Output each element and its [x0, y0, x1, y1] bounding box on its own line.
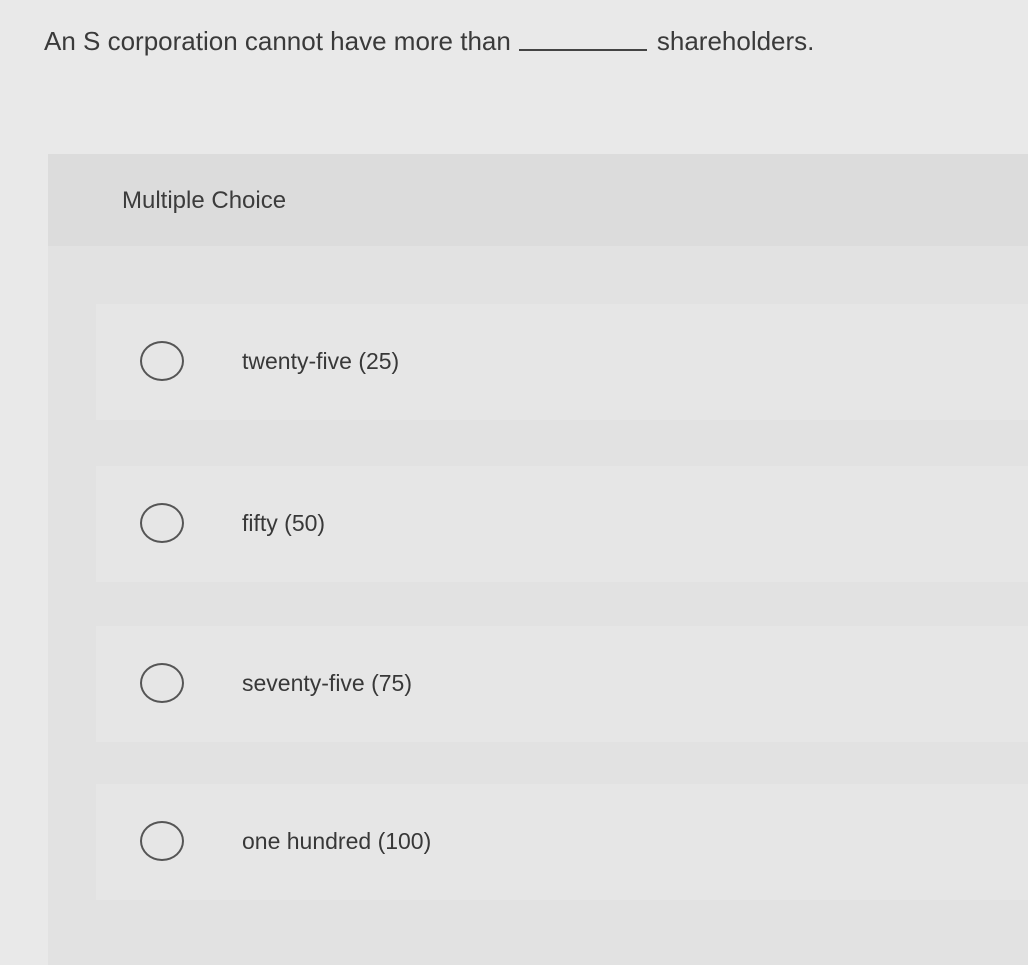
- option-fifty[interactable]: fifty (50): [96, 466, 1028, 582]
- radio-button-icon[interactable]: [140, 663, 184, 703]
- radio-button-icon[interactable]: [140, 341, 184, 381]
- radio-button-icon[interactable]: [140, 503, 184, 543]
- question-text: An S corporation cannot have more than s…: [44, 26, 814, 57]
- option-label: one hundred (100): [242, 828, 432, 854]
- question-text-after: shareholders.: [656, 26, 815, 56]
- question-text-before: An S corporation cannot have more than: [44, 26, 511, 56]
- option-label: twenty-five (25): [242, 348, 400, 374]
- multiple-choice-panel: Multiple Choice twenty-five (25) fifty (…: [48, 154, 1028, 965]
- option-seventy-five[interactable]: seventy-five (75): [96, 626, 1028, 742]
- option-one-hundred[interactable]: one hundred (100): [96, 784, 1028, 900]
- panel-header: Multiple Choice: [48, 154, 1028, 246]
- option-twenty-five[interactable]: twenty-five (25): [96, 304, 1028, 420]
- option-label: seventy-five (75): [242, 670, 413, 696]
- answer-blank: [518, 49, 647, 51]
- radio-button-icon[interactable]: [140, 821, 184, 861]
- section-label: Multiple Choice: [122, 187, 287, 214]
- option-label: fifty (50): [242, 510, 326, 536]
